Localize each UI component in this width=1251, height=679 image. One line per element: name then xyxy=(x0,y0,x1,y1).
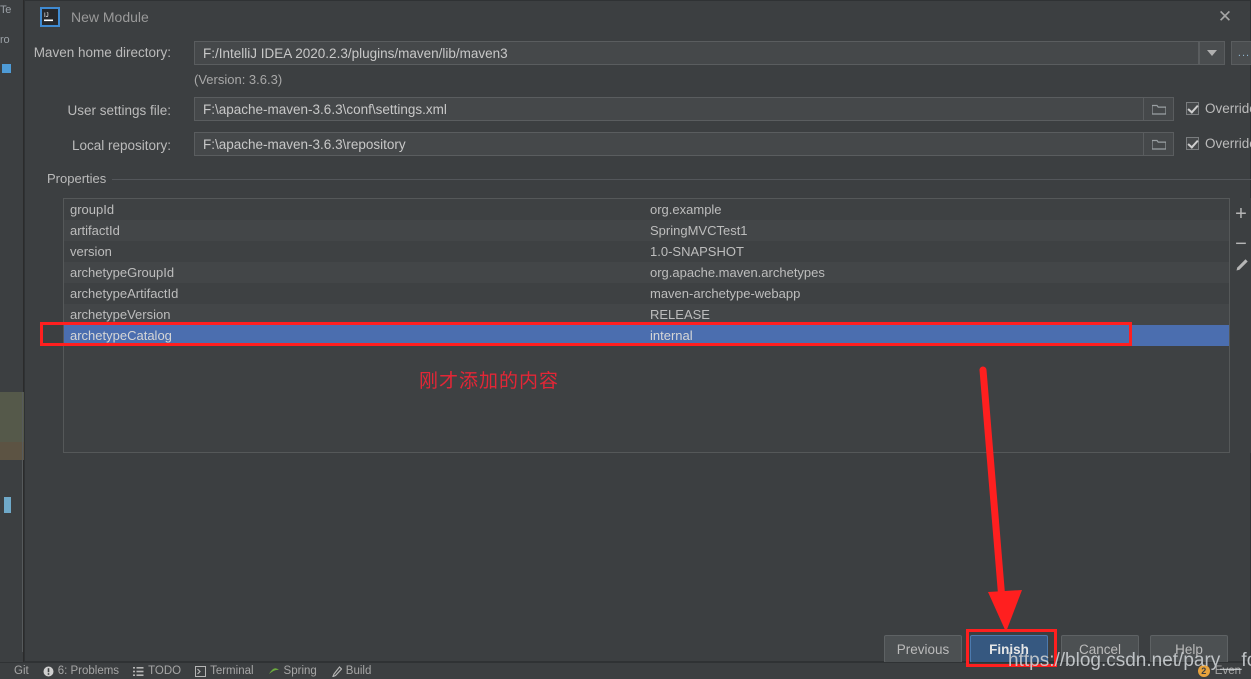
ide-bg-marker xyxy=(4,497,11,513)
chevron-down-icon[interactable] xyxy=(1199,41,1225,65)
watermark-url: https://blog.csdn.net/pary__for xyxy=(1008,650,1251,671)
user-settings-label: User settings file: xyxy=(67,103,171,118)
maven-home-input[interactable]: F:/IntelliJ IDEA 2020.2.3/plugins/maven/… xyxy=(194,41,1199,65)
table-row[interactable]: artifactId SpringMVCTest1 xyxy=(64,220,1229,241)
override-label-1: Override xyxy=(1205,101,1251,116)
close-icon[interactable]: ✕ xyxy=(1214,6,1236,28)
maven-version-note: (Version: 3.6.3) xyxy=(194,72,283,87)
table-row[interactable]: archetypeArtifactId maven-archetype-webap… xyxy=(64,283,1229,304)
terminal-icon xyxy=(195,665,207,677)
annotation-note: 刚才添加的内容 xyxy=(419,370,560,392)
status-item-problems[interactable]: 6: Problems xyxy=(43,665,119,677)
build-icon xyxy=(331,665,342,677)
property-key: groupId xyxy=(70,202,115,217)
ide-bg-band-olive xyxy=(0,392,24,442)
problems-icon xyxy=(43,666,54,677)
local-repository-input[interactable]: F:\apache-maven-3.6.3\repository xyxy=(194,132,1144,156)
properties-toolbar: + − xyxy=(1230,198,1251,453)
property-key: archetypeArtifactId xyxy=(70,286,179,301)
property-value: internal xyxy=(650,328,693,343)
property-value: 1.0-SNAPSHOT xyxy=(650,244,744,259)
override-label-2: Override xyxy=(1205,136,1251,151)
table-row[interactable]: archetypeCatalog internal xyxy=(64,325,1229,346)
checkmark-icon xyxy=(1186,102,1199,115)
property-key: archetypeCatalog xyxy=(70,328,172,343)
checkmark-icon xyxy=(1186,137,1199,150)
table-row[interactable]: version 1.0-SNAPSHOT xyxy=(64,241,1229,262)
property-key: artifactId xyxy=(70,223,120,238)
properties-group-divider xyxy=(47,179,1251,180)
properties-table[interactable]: groupId org.example artifactId SpringMVCTes… xyxy=(63,198,1230,453)
ide-background-strip: Te ro xyxy=(0,0,24,679)
user-settings-override-checkbox[interactable]: Override xyxy=(1186,101,1251,116)
status-label: Git xyxy=(14,665,29,677)
property-value: org.apache.maven.archetypes xyxy=(650,265,825,280)
property-value: org.example xyxy=(650,202,722,217)
properties-group-title: Properties xyxy=(47,171,113,186)
svg-text:IJ: IJ xyxy=(44,13,49,19)
table-row[interactable]: archetypeVersion RELEASE xyxy=(64,304,1229,325)
status-item-spring[interactable]: Spring xyxy=(268,665,317,677)
new-module-dialog: IJ New Module ✕ Maven home directory: F:… xyxy=(24,0,1251,663)
table-row[interactable]: archetypeGroupId org.apache.maven.archety… xyxy=(64,262,1229,283)
ide-bg-chip xyxy=(2,64,11,73)
ide-bg-label-1: Te xyxy=(0,4,12,16)
table-empty-area xyxy=(64,346,1229,452)
previous-button[interactable]: Previous xyxy=(884,635,962,663)
status-label: 6: Problems xyxy=(57,665,120,677)
intellij-idea-logo-icon: IJ xyxy=(40,7,60,27)
ide-bg-label-2: ro xyxy=(0,34,10,46)
user-settings-input[interactable]: F:\apache-maven-3.6.3\conf\settings.xml xyxy=(194,97,1144,121)
browse-dots-label: ... xyxy=(1237,47,1251,59)
remove-property-button[interactable]: − xyxy=(1230,233,1251,255)
status-label: TODO xyxy=(148,665,182,677)
status-label: Terminal xyxy=(210,665,254,677)
ide-bg-band-brown xyxy=(0,442,24,460)
local-repository-label: Local repository: xyxy=(71,138,171,153)
maven-home-label: Maven home directory: xyxy=(33,45,171,60)
edit-property-button[interactable] xyxy=(1230,254,1251,276)
browse-maven-home-button[interactable]: ... xyxy=(1231,41,1251,65)
dialog-title: New Module xyxy=(71,9,149,25)
ide-bg-divider xyxy=(22,392,23,652)
folder-icon[interactable] xyxy=(1144,97,1174,121)
dialog-titlebar: IJ New Module ✕ xyxy=(25,1,1250,37)
status-item-build[interactable]: Build xyxy=(331,665,372,677)
table-row[interactable]: groupId org.example xyxy=(64,199,1229,220)
add-property-button[interactable]: + xyxy=(1230,203,1251,225)
property-value: maven-archetype-webapp xyxy=(650,286,801,301)
status-item-terminal[interactable]: Terminal xyxy=(195,665,254,677)
status-item-git[interactable]: Git xyxy=(14,665,29,677)
property-key: archetypeGroupId xyxy=(70,265,175,280)
property-key: version xyxy=(70,244,112,259)
status-label: Build xyxy=(345,665,372,677)
folder-icon[interactable] xyxy=(1144,132,1174,156)
status-item-todo[interactable]: TODO xyxy=(133,665,181,677)
screen: Te ro IJ New Module ✕ Maven home directo… xyxy=(0,0,1251,679)
status-label: Spring xyxy=(283,665,317,677)
property-value: RELEASE xyxy=(650,307,710,322)
property-value: SpringMVCTest1 xyxy=(650,223,748,238)
local-repository-override-checkbox[interactable]: Override xyxy=(1186,136,1251,151)
spring-icon xyxy=(268,666,280,677)
todo-icon xyxy=(133,666,144,677)
property-key: archetypeVersion xyxy=(70,307,171,322)
